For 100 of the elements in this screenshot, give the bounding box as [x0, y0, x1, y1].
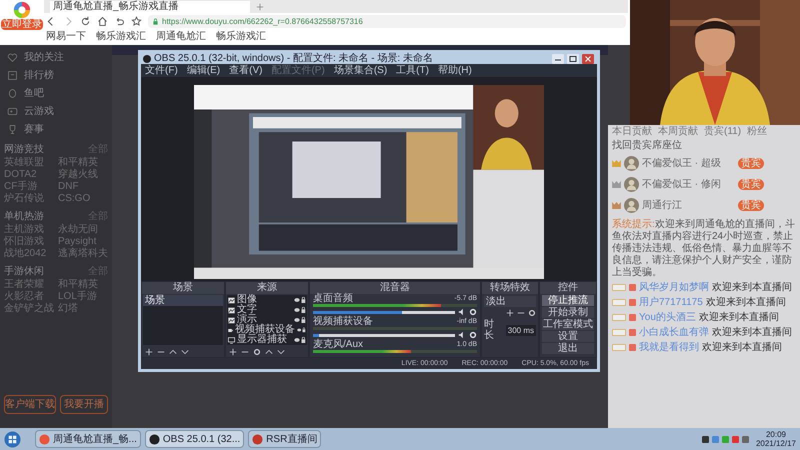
clock-date[interactable]: 2021/12/17: [756, 439, 796, 448]
refresh-icon[interactable]: [80, 16, 91, 27]
chat-tab[interactable]: 本周贡献: [658, 126, 698, 137]
chat-user[interactable]: 小白成长血有弹: [639, 327, 709, 338]
taskbar-item[interactable]: OBS 25.0.1 (32...: [144, 430, 244, 448]
control-button[interactable]: 退出: [542, 343, 594, 354]
category-link[interactable]: 和平精英: [58, 279, 108, 291]
maximize-button[interactable]: [566, 54, 580, 64]
category-link[interactable]: 和平精英: [58, 157, 108, 169]
sidebar-nav-item[interactable]: 鱼吧: [4, 85, 108, 102]
menu-item[interactable]: 工具(T): [396, 65, 429, 76]
bookmark-link[interactable]: 畅乐游戏汇: [96, 31, 146, 42]
settings-icon[interactable]: [528, 309, 536, 317]
up-icon[interactable]: [169, 348, 177, 356]
category-link[interactable]: 金铲铲之战: [4, 303, 54, 315]
category-link[interactable]: DNF: [58, 181, 108, 193]
minimize-button[interactable]: [551, 54, 565, 64]
control-button[interactable]: 停止推流: [542, 295, 594, 306]
home-icon[interactable]: [97, 16, 108, 27]
user-name[interactable]: 不偏爱似王 · 修闲: [642, 179, 721, 190]
sidebar-nav-item[interactable]: 赛事: [4, 121, 108, 138]
up-icon[interactable]: [265, 348, 273, 356]
category-link[interactable]: 火影忍者: [4, 291, 54, 303]
sidebar-button[interactable]: 我要开播: [60, 395, 108, 414]
sidebar-nav-item[interactable]: 云游戏: [4, 103, 108, 120]
category-link[interactable]: 战地2042: [4, 248, 54, 260]
star-icon[interactable]: [131, 16, 142, 27]
category-link[interactable]: LOL手游: [58, 291, 108, 303]
menu-item[interactable]: 场景集合(S): [334, 65, 388, 76]
browser-logo-icon[interactable]: [13, 1, 31, 19]
source-item[interactable]: 文字: [227, 305, 307, 315]
transition-dropdown[interactable]: 淡出: [484, 296, 536, 307]
settings-icon[interactable]: [253, 348, 261, 356]
visibility-lock-icon[interactable]: [297, 327, 306, 333]
start-button-icon[interactable]: [4, 430, 21, 448]
add-icon[interactable]: [229, 348, 237, 356]
control-button[interactable]: 设置: [542, 331, 594, 342]
category-link[interactable]: 炉石传说: [4, 193, 54, 205]
category-link[interactable]: 英雄联盟: [4, 157, 54, 169]
control-button[interactable]: 开始录制: [542, 307, 594, 318]
menu-item[interactable]: 帮助(H): [438, 65, 472, 76]
sidebar-nav-item[interactable]: 我的关注: [4, 49, 108, 66]
category-link[interactable]: DOTA2: [4, 169, 54, 181]
chat-user[interactable]: You的头酒三: [639, 312, 696, 323]
chat-tab[interactable]: 本日贡献: [612, 126, 652, 137]
vip-badge: 贵宾: [738, 179, 764, 190]
visibility-lock-icon[interactable]: [294, 337, 306, 343]
address-bar[interactable]: https://www.douyu.com/662262_r=0.8766432558757316: [148, 15, 626, 28]
category-link[interactable]: 主机游戏: [4, 224, 54, 236]
user-name[interactable]: 周通行江: [642, 200, 682, 211]
settings-icon[interactable]: [469, 308, 477, 316]
visibility-lock-icon[interactable]: [294, 297, 306, 303]
bookmark-link[interactable]: 周通龟尬汇: [156, 31, 206, 42]
down-icon[interactable]: [181, 348, 189, 356]
control-button[interactable]: 工作室模式: [542, 319, 594, 330]
close-button[interactable]: [581, 54, 595, 64]
chat-user[interactable]: 用户77171175: [639, 297, 703, 308]
menu-item[interactable]: 编辑(E): [186, 65, 220, 76]
menu-item[interactable]: 查看(V): [229, 65, 262, 76]
category-link[interactable]: 王者荣耀: [4, 279, 54, 291]
visibility-lock-icon[interactable]: [294, 307, 306, 313]
channel-name: 视频捕获设备: [313, 317, 373, 326]
volume-slider[interactable]: [313, 310, 455, 314]
add-icon[interactable]: [145, 348, 153, 356]
settings-icon[interactable]: [469, 331, 477, 339]
bookmark-link[interactable]: 网易一下: [46, 31, 86, 42]
user-name[interactable]: 不偏爱似王 · 超级: [642, 158, 721, 169]
menu-item[interactable]: 文件(F): [145, 65, 178, 76]
menu-item[interactable]: 配置文件(P): [271, 65, 325, 76]
category-link[interactable]: Paysight: [58, 236, 108, 248]
visibility-lock-icon[interactable]: [294, 317, 306, 323]
category-link[interactable]: 穿越火线: [58, 169, 108, 181]
category-link[interactable]: 幻塔: [58, 303, 108, 315]
taskbar-item[interactable]: RSR直播间: [248, 430, 322, 448]
sidebar-nav-item[interactable]: 排行榜: [4, 67, 108, 84]
source-item[interactable]: 演示: [227, 315, 307, 325]
category-link[interactable]: CS:GO: [58, 193, 108, 205]
undo-icon[interactable]: [114, 16, 125, 27]
browser-tab[interactable]: 周通龟尬直播_畅乐游戏直播: [50, 1, 250, 13]
chat-tab[interactable]: 粉丝: [747, 126, 768, 137]
source-item[interactable]: 显示器捕获: [227, 335, 307, 345]
category-link[interactable]: CF手游: [4, 181, 54, 193]
taskbar-item[interactable]: 周通龟尬直播_畅...: [35, 430, 141, 448]
category-link[interactable]: 怀旧游戏: [4, 236, 54, 248]
scene-item[interactable]: 场景: [143, 295, 223, 306]
volume-slider[interactable]: [313, 334, 455, 336]
duration-field[interactable]: 300 ms: [506, 324, 536, 336]
add-icon[interactable]: [506, 309, 514, 317]
source-item[interactable]: 视频捕获设备: [227, 325, 307, 335]
down-icon[interactable]: [277, 348, 285, 356]
bookmark-link[interactable]: 畅乐游戏汇: [216, 31, 266, 42]
chat-tab[interactable]: 贵宾(11): [704, 126, 742, 137]
clock-time[interactable]: 20:09: [766, 430, 786, 439]
category-link[interactable]: 逃离塔科夫: [58, 248, 108, 260]
login-badge[interactable]: 立即登录: [1, 19, 43, 30]
category-link[interactable]: 永劫无间: [58, 224, 108, 236]
chat-user[interactable]: 风华岁月如梦啊: [639, 282, 709, 293]
chat-user[interactable]: 我就是看得到: [639, 342, 699, 353]
source-item[interactable]: 图像: [227, 295, 307, 305]
sidebar-button[interactable]: 客户端下载: [4, 395, 56, 414]
